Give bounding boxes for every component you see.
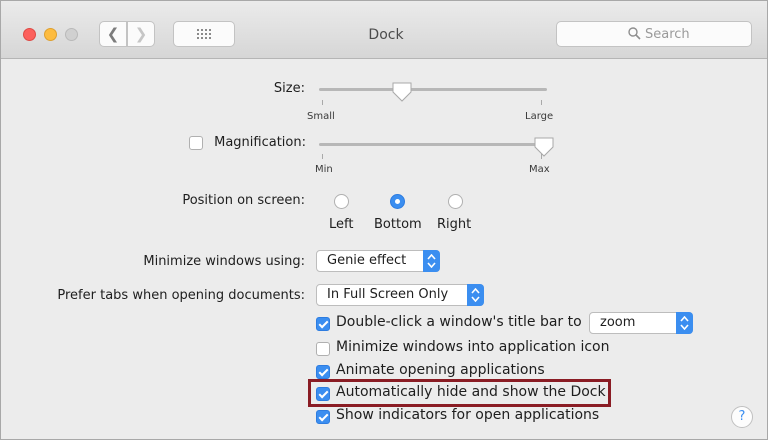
magnification-min-label: Min [315,164,333,175]
minimize-effect-value: Genie effect [327,253,407,268]
double-click-action-select[interactable]: zoom [589,312,693,334]
help-button[interactable]: ? [731,406,753,428]
position-right-label: Right [437,217,472,232]
grid-icon [197,29,211,39]
size-min-label: Small [307,111,335,122]
position-left-label: Left [329,217,354,232]
search-input[interactable] [645,25,745,43]
position-left-radio[interactable] [334,194,349,209]
popup-arrows-icon [676,312,693,334]
dock-preferences-window: ❮ ❯ Dock Size: [0,0,768,440]
prefer-tabs-label: Prefer tabs when opening documents: [57,288,305,303]
position-label: Position on screen: [182,193,305,208]
close-window-button[interactable] [23,28,36,41]
position-right-radio[interactable] [448,194,463,209]
auto-hide-dock-label: Automatically hide and show the Dock [336,384,606,400]
auto-hide-dock-checkbox[interactable] [316,387,330,401]
magnification-max-label: Max [529,164,550,175]
magnification-slider-knob[interactable] [533,136,555,158]
search-icon [628,27,641,40]
magnification-slider-tick-min [322,154,323,159]
double-click-action-value: zoom [600,315,636,330]
animate-opening-label: Animate opening applications [336,362,545,378]
size-max-label: Large [525,111,554,122]
minimize-effect-select[interactable]: Genie effect [316,250,440,272]
zoom-window-button[interactable] [65,28,78,41]
position-bottom-radio[interactable] [390,194,405,209]
position-bottom-label: Bottom [374,217,422,232]
show-indicators-label: Show indicators for open applications [336,407,600,423]
chevron-right-icon: ❯ [134,25,148,43]
forward-button[interactable]: ❯ [127,21,155,47]
magnification-checkbox[interactable] [189,136,203,150]
window-title: Dock [368,27,404,43]
minimize-into-icon-label: Minimize windows into application icon [336,339,610,355]
prefer-tabs-select[interactable]: In Full Screen Only [316,284,484,306]
show-indicators-checkbox[interactable] [316,410,330,424]
title-bar: ❮ ❯ Dock [1,1,767,59]
magnification-slider-track [319,143,547,146]
show-all-button[interactable] [173,21,235,47]
back-button[interactable]: ❮ [99,21,127,47]
animate-opening-checkbox[interactable] [316,365,330,379]
search-field[interactable] [556,21,752,47]
chevron-left-icon: ❮ [106,25,120,43]
magnification-label: Magnification: [214,135,306,150]
size-label: Size: [273,81,305,96]
double-click-title-bar-label: Double-click a window's title bar to [336,314,582,330]
minimize-label: Minimize windows using: [143,254,305,269]
size-slider-track [319,88,547,91]
popup-arrows-icon [423,250,440,272]
minimize-window-button[interactable] [44,28,57,41]
size-slider-tick-min [322,100,323,105]
prefer-tabs-value: In Full Screen Only [327,287,449,302]
minimize-into-icon-checkbox[interactable] [316,342,330,356]
size-slider-tick-max [541,100,542,105]
double-click-title-bar-checkbox[interactable] [316,317,330,331]
popup-arrows-icon [467,284,484,306]
size-slider-knob[interactable] [391,81,413,103]
